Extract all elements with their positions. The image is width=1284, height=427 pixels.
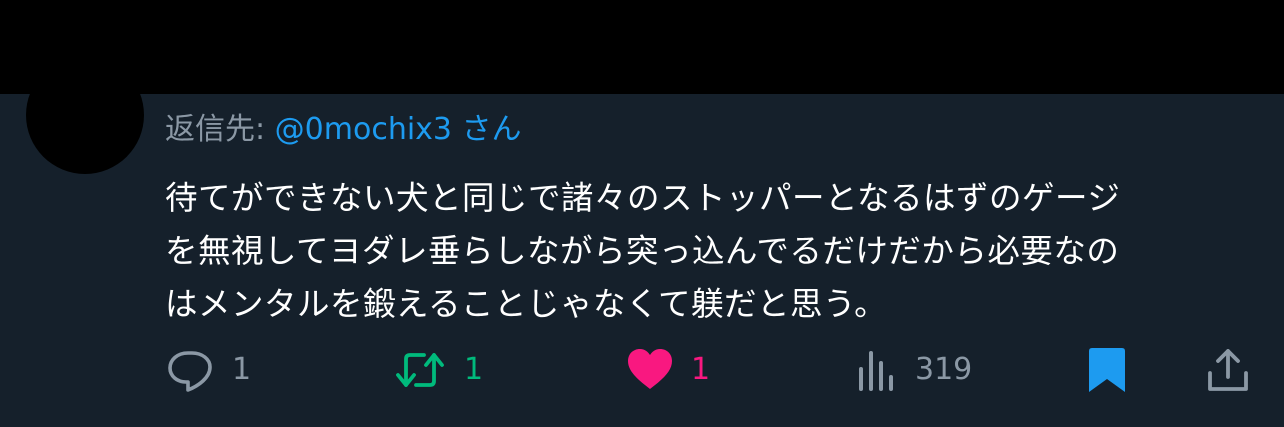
retweet-arrows-icon <box>392 345 448 395</box>
reply-suffix: さん <box>452 112 522 147</box>
tweet-reply-card: 返信先: @0mochix3 さん 待てができない犬と同じで諸々のストッパーとな… <box>0 0 1284 427</box>
share-button[interactable] <box>1204 340 1252 400</box>
bookmark-button[interactable] <box>1085 340 1129 400</box>
retweet-count: 1 <box>464 352 484 387</box>
like-button[interactable]: 1 <box>625 340 710 400</box>
tweet-text-line: はメンタルを鍛えることじゃなくて躾だと思う。 <box>165 285 888 323</box>
avatar[interactable] <box>26 56 144 174</box>
bookmark-icon <box>1085 345 1129 395</box>
tweet-text: 待てができない犬と同じで諸々のストッパーとなるはずのゲージ を無視してヨダレ垂ら… <box>165 172 1255 331</box>
tweet-text-line: 待てができない犬と同じで諸々のストッパーとなるはずのゲージ <box>165 179 1121 217</box>
views-button[interactable]: 319 <box>855 340 972 400</box>
reply-button[interactable]: 1 <box>166 340 251 400</box>
like-count: 1 <box>691 352 711 387</box>
top-black-band <box>0 0 1284 94</box>
share-upload-icon <box>1204 345 1252 395</box>
speech-bubble-icon <box>166 345 216 395</box>
reply-prefix: 返信先: <box>165 112 275 147</box>
reply-count: 1 <box>232 352 252 387</box>
views-count: 319 <box>915 352 973 387</box>
reply-to-line: 返信先: @0mochix3 さん <box>165 110 522 150</box>
bar-chart-icon <box>855 345 899 395</box>
reply-username-link[interactable]: @0mochix3 <box>275 112 452 147</box>
action-bar: 1 1 1 319 <box>0 340 1284 400</box>
tweet-text-line: を無視してヨダレ垂らしながら突っ込んでるだけだから必要なの <box>165 232 1120 270</box>
heart-icon <box>625 345 675 395</box>
retweet-button[interactable]: 1 <box>392 340 483 400</box>
